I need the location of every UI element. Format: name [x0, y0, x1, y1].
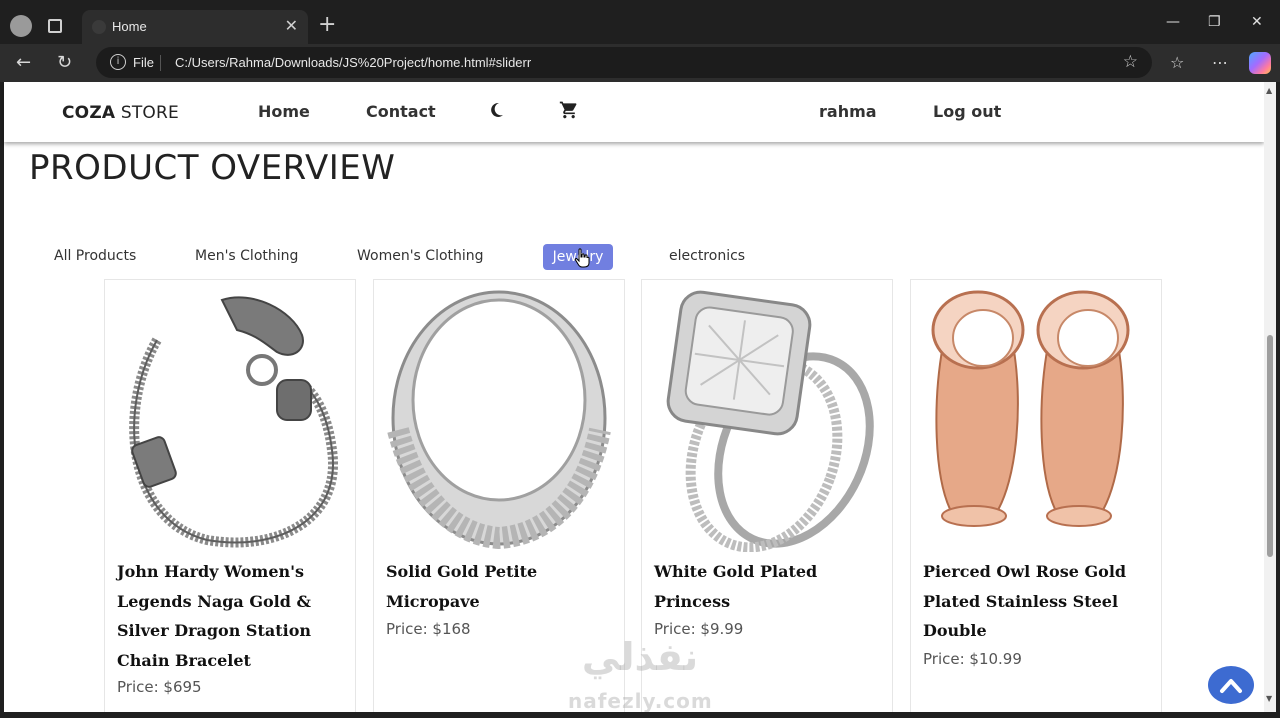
username-label: rahma	[819, 102, 877, 121]
scroll-up-arrow-icon[interactable]: ▲	[1266, 86, 1272, 95]
page-title: PRODUCT OVERVIEW	[29, 148, 396, 188]
window-left-edge	[0, 82, 4, 718]
page-viewport: COZA STORE Home Contact rahma Log out PR…	[0, 82, 1264, 712]
close-window-button[interactable]: ✕	[1251, 14, 1263, 30]
favorites-icon[interactable]: ☆	[1170, 53, 1184, 72]
tab-actions-icon[interactable]	[48, 19, 62, 33]
site-header: COZA STORE Home Contact rahma Log out	[4, 82, 1264, 142]
nav-home-link[interactable]: Home	[258, 102, 310, 121]
product-card[interactable]: Pierced Owl Rose Gold Plated Stainless S…	[910, 279, 1162, 712]
cart-icon[interactable]	[559, 100, 579, 120]
product-name[interactable]: Pierced Owl Rose Gold Plated Stainless S…	[923, 557, 1149, 646]
dark-mode-moon-icon[interactable]	[490, 102, 504, 118]
scrollbar-thumb[interactable]	[1267, 335, 1273, 557]
silver-ring-image[interactable]	[386, 290, 612, 552]
minimize-button[interactable]: —	[1166, 14, 1180, 30]
product-name[interactable]: White Gold Plated Princess	[654, 557, 880, 616]
url-divider	[160, 55, 161, 71]
category-filters: All Products Men's Clothing Women's Clot…	[0, 244, 1264, 272]
product-price: Price: $168	[386, 620, 471, 638]
product-card[interactable]: Solid Gold Petite Micropave Price: $168	[373, 279, 625, 712]
maximize-button[interactable]: ❐	[1208, 14, 1221, 30]
browser-tab-bar: Home ✕ + — ❐ ✕	[0, 0, 1280, 44]
hand-cursor-icon	[574, 248, 590, 268]
filter-electronics[interactable]: electronics	[669, 248, 745, 264]
product-card[interactable]: John Hardy Women's Legends Naga Gold & S…	[104, 279, 356, 712]
copilot-icon[interactable]	[1249, 52, 1271, 74]
dragon-bracelet-image[interactable]	[117, 290, 343, 552]
scroll-to-top-button[interactable]	[1208, 666, 1254, 704]
product-price: Price: $10.99	[923, 650, 1022, 668]
browser-toolbar: ← ↻ i File C:/Users/Rahma/Downloads/JS%2…	[0, 44, 1280, 82]
profile-avatar-icon[interactable]	[10, 15, 32, 37]
address-bar[interactable]: i File C:/Users/Rahma/Downloads/JS%20Pro…	[96, 47, 1152, 78]
browser-tab-home[interactable]: Home ✕	[82, 10, 308, 44]
page-scrollbar[interactable]: ▲ ▼	[1264, 82, 1276, 712]
favorite-star-icon[interactable]: ☆	[1123, 52, 1138, 72]
logout-link[interactable]: Log out	[933, 102, 1001, 121]
logo-rest-text: STORE	[115, 103, 179, 123]
url-text[interactable]: C:/Users/Rahma/Downloads/JS%20Project/ho…	[175, 55, 531, 70]
nav-contact-link[interactable]: Contact	[366, 102, 436, 121]
more-menu-icon[interactable]: ⋯	[1212, 53, 1228, 72]
product-name[interactable]: Solid Gold Petite Micropave	[386, 557, 612, 616]
site-logo[interactable]: COZA STORE	[62, 103, 179, 123]
rose-gold-tunnels-image[interactable]	[923, 290, 1149, 552]
chevron-up-icon	[1220, 679, 1242, 693]
filter-womens-clothing[interactable]: Women's Clothing	[357, 248, 484, 264]
diamond-ring-set-image[interactable]	[654, 290, 880, 552]
logo-bold-text: COZA	[62, 103, 116, 123]
url-scheme-label: File	[133, 55, 154, 70]
tab-close-icon[interactable]: ✕	[285, 16, 298, 35]
back-arrow-icon[interactable]: ←	[16, 52, 31, 73]
filter-all-products[interactable]: All Products	[54, 248, 136, 264]
product-price: Price: $695	[117, 678, 202, 696]
product-card[interactable]: White Gold Plated Princess Price: $9.99	[641, 279, 893, 712]
product-name[interactable]: John Hardy Women's Legends Naga Gold & S…	[117, 557, 343, 675]
scroll-down-arrow-icon[interactable]: ▼	[1266, 694, 1272, 703]
new-tab-button[interactable]: +	[318, 12, 336, 37]
product-price: Price: $9.99	[654, 620, 744, 638]
tab-favicon-icon	[92, 20, 106, 34]
tab-title: Home	[112, 19, 147, 34]
site-info-icon[interactable]: i	[110, 54, 126, 70]
window-bottom-edge	[0, 712, 1280, 718]
refresh-icon[interactable]: ↻	[57, 52, 72, 73]
filter-mens-clothing[interactable]: Men's Clothing	[195, 248, 298, 264]
